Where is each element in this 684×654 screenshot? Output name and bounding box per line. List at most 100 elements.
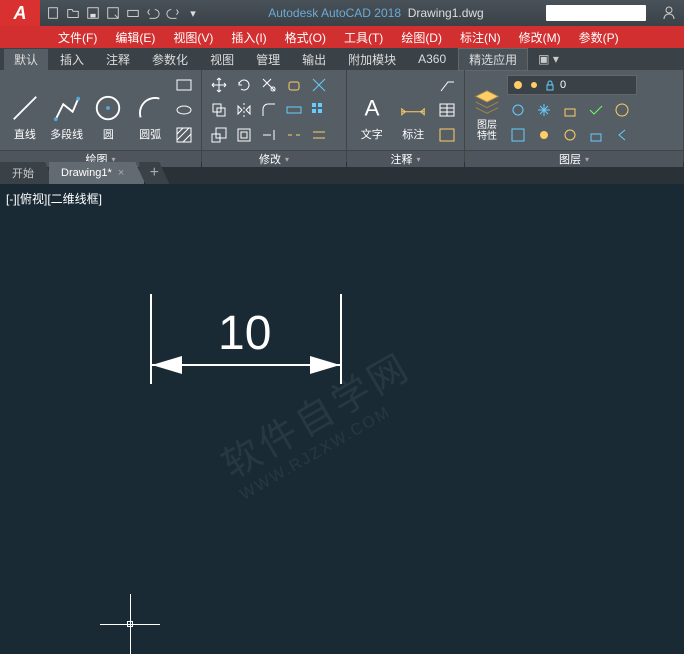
menu-bar: 文件(F) 编辑(E) 视图(V) 插入(I) 格式(O) 工具(T) 绘图(D… (0, 26, 684, 48)
sign-in-icon[interactable] (654, 5, 684, 21)
app-logo[interactable]: A (0, 0, 40, 26)
layer-match-icon[interactable] (611, 99, 633, 121)
panel-annotation: A 文字 标注 注释 (347, 70, 465, 162)
layer-lock-icon[interactable] (559, 99, 581, 121)
line-button[interactable]: 直线 (6, 74, 44, 142)
extension-line-right (340, 294, 342, 384)
layer-iso-icon[interactable] (507, 124, 529, 146)
ribbon-tab-default[interactable]: 默认 (4, 49, 48, 70)
circle-icon (92, 92, 124, 124)
new-icon[interactable] (44, 4, 62, 22)
mtext-icon[interactable] (436, 124, 458, 146)
ribbon-expand-icon[interactable]: ▣ ▾ (530, 52, 567, 66)
explode-icon[interactable] (308, 74, 330, 96)
close-tab-icon[interactable]: × (118, 167, 124, 179)
layer-make-current-icon[interactable] (585, 99, 607, 121)
qat-dropdown-icon[interactable]: ▾ (184, 4, 202, 22)
layer-thaw-icon[interactable] (559, 124, 581, 146)
menu-modify[interactable]: 修改(M) (511, 27, 569, 48)
layer-unlock-icon[interactable] (585, 124, 607, 146)
polyline-button[interactable]: 多段线 (48, 74, 86, 142)
scale-icon[interactable] (208, 124, 230, 146)
menu-file[interactable]: 文件(F) (50, 27, 105, 48)
layer-properties-button[interactable]: 图层 特性 (471, 74, 503, 142)
ellipse-icon[interactable] (173, 99, 195, 121)
arrow-left-icon (152, 354, 182, 376)
copy-icon[interactable] (208, 99, 230, 121)
panel-layers-label[interactable]: 图层 (465, 150, 683, 167)
title-bar: A ▾ Autodesk AutoCAD 2018 Drawing1.dwg (0, 0, 684, 26)
open-icon[interactable] (64, 4, 82, 22)
plot-icon[interactable] (124, 4, 142, 22)
circle-button[interactable]: 圆 (90, 74, 128, 142)
table-icon[interactable] (436, 99, 458, 121)
hatch-icon[interactable] (173, 124, 195, 146)
bulb-icon (512, 79, 524, 91)
layers-icon (471, 86, 503, 118)
fillet-icon[interactable] (258, 99, 280, 121)
ribbon-tab-manage[interactable]: 管理 (246, 49, 290, 70)
array-icon[interactable] (308, 99, 330, 121)
ribbon-tab-annotate[interactable]: 注释 (96, 49, 140, 70)
menu-draw[interactable]: 绘图(D) (393, 27, 450, 48)
offset-icon[interactable] (233, 124, 255, 146)
text-button[interactable]: A 文字 (353, 74, 391, 142)
break-icon[interactable] (283, 124, 305, 146)
tab-drawing1[interactable]: Drawing1* × (49, 162, 145, 184)
menu-format[interactable]: 格式(O) (277, 27, 334, 48)
window-title: Autodesk AutoCAD 2018 Drawing1.dwg (206, 6, 546, 20)
ribbon-tab-addins[interactable]: 附加模块 (338, 49, 406, 70)
arc-icon (134, 92, 166, 124)
drawing-canvas[interactable]: [-][俯视][二维线框] 软件自学网 WWW.RJZXW.COM 10 (0, 184, 684, 515)
dimension-text: 10 (218, 306, 271, 361)
menu-insert[interactable]: 插入(I) (223, 27, 274, 48)
join-icon[interactable] (308, 124, 330, 146)
save-icon[interactable] (84, 4, 102, 22)
extend-icon[interactable] (258, 124, 280, 146)
move-icon[interactable] (208, 74, 230, 96)
dimension-icon (397, 92, 429, 124)
search-input[interactable] (546, 5, 646, 21)
ribbon-tab-output[interactable]: 输出 (292, 49, 336, 70)
menu-edit[interactable]: 编辑(E) (107, 27, 163, 48)
redo-icon[interactable] (164, 4, 182, 22)
viewport-label[interactable]: [-][俯视][二维线框] (6, 190, 102, 207)
arc-button[interactable]: 圆弧 (131, 74, 169, 142)
panel-layers: 图层 特性 0 (465, 70, 684, 162)
dimension-button[interactable]: 标注 (395, 74, 433, 142)
ribbon-tab-insert[interactable]: 插入 (50, 49, 94, 70)
line-icon (9, 92, 41, 124)
layer-on-icon[interactable] (533, 124, 555, 146)
ribbon-tab-a360[interactable]: A360 (408, 50, 456, 68)
leader-icon[interactable] (436, 74, 458, 96)
layer-freeze-icon[interactable] (533, 99, 555, 121)
undo-icon[interactable] (144, 4, 162, 22)
saveas-icon[interactable] (104, 4, 122, 22)
trim-icon[interactable] (258, 74, 280, 96)
text-icon: A (356, 92, 388, 124)
mirror-icon[interactable] (233, 99, 255, 121)
arrow-right-icon (310, 354, 340, 376)
sun-icon (528, 79, 540, 91)
layer-prev-icon[interactable] (611, 124, 633, 146)
stretch-icon[interactable] (283, 99, 305, 121)
ribbon-tab-featured[interactable]: 精选应用 (458, 48, 528, 71)
ribbon-tab-view[interactable]: 视图 (200, 49, 244, 70)
menu-view[interactable]: 视图(V) (165, 27, 221, 48)
ribbon-tabs: 默认 插入 注释 参数化 视图 管理 输出 附加模块 A360 精选应用 ▣ ▾ (0, 48, 684, 70)
menu-dimension[interactable]: 标注(N) (452, 27, 509, 48)
panel-modify-label[interactable]: 修改 (202, 150, 346, 167)
polyline-icon (51, 92, 83, 124)
ribbon-tab-parametric[interactable]: 参数化 (142, 49, 198, 70)
menu-parametric[interactable]: 参数(P) (571, 27, 627, 48)
layer-off-icon[interactable] (507, 99, 529, 121)
layer-combo[interactable]: 0 (507, 75, 637, 95)
panel-draw: 直线 多段线 圆 圆弧 绘图 (0, 70, 202, 162)
menu-tools[interactable]: 工具(T) (336, 27, 391, 48)
erase-icon[interactable] (283, 74, 305, 96)
panel-annot-label[interactable]: 注释 (347, 150, 464, 167)
rotate-icon[interactable] (233, 74, 255, 96)
rectangle-icon[interactable] (173, 74, 195, 96)
quick-access-toolbar: ▾ (40, 4, 206, 22)
lock-icon (544, 79, 556, 91)
